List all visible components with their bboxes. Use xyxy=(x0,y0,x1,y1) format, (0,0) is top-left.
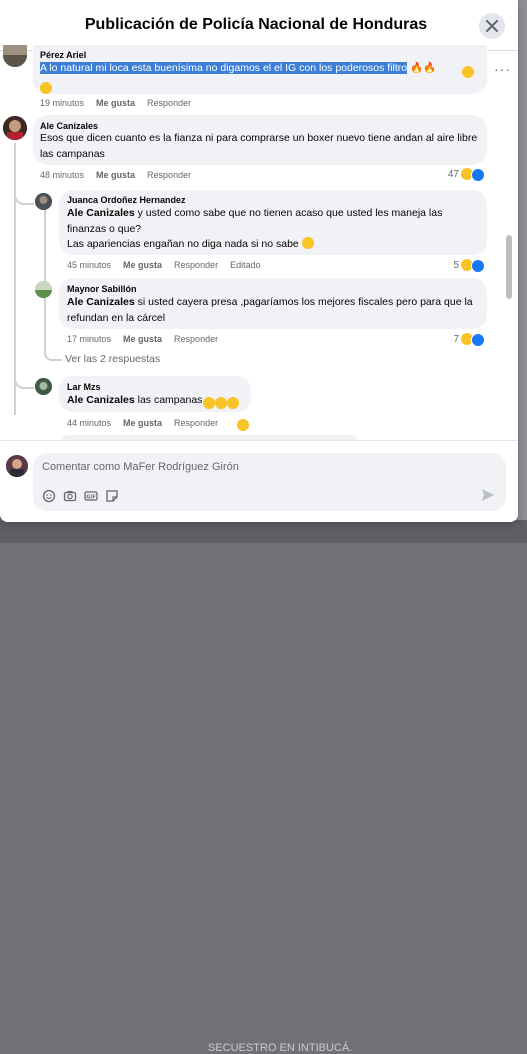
comment-actions: 45 minutos Me gusta Responder Editado xyxy=(67,260,273,270)
sticker-smile-icon[interactable] xyxy=(42,489,56,503)
avatar[interactable] xyxy=(35,281,52,298)
scrollbar-thumb[interactable] xyxy=(506,235,512,299)
avatar[interactable] xyxy=(35,193,52,210)
more-icon[interactable]: ··· xyxy=(494,61,511,77)
thread-line xyxy=(14,367,34,389)
comment-actions: 17 minutos Me gusta Responder xyxy=(67,334,230,344)
comment-time[interactable]: 45 minutos xyxy=(67,260,111,270)
like-reaction-icon xyxy=(471,168,485,182)
close-icon xyxy=(486,20,498,32)
dialog-header: Publicación de Policía Nacional de Hondu… xyxy=(0,0,518,51)
thread-line xyxy=(44,345,62,361)
reply-button[interactable]: Responder xyxy=(174,334,218,344)
avatar xyxy=(6,455,28,477)
comment-text: Ale Canizales y usted como sabe que no t… xyxy=(67,207,443,235)
view-more-replies-link[interactable]: Ver las 2 respuestas xyxy=(65,353,160,365)
like-reaction-icon xyxy=(471,259,485,273)
mention-link[interactable]: Ale Canizales xyxy=(67,296,135,308)
comments-feed[interactable]: Pérez Ariel A lo natural mi loca esta bu… xyxy=(0,45,518,440)
comment-text: Ale Canizales si usted cayera presa ,pag… xyxy=(67,296,473,324)
mention-link[interactable]: Ale Canizales xyxy=(67,207,135,219)
reaction-summary[interactable]: 47 xyxy=(440,168,485,182)
comment-text: Esos que dicen cuanto es la fianza ni pa… xyxy=(40,132,478,160)
like-button[interactable]: Me gusta xyxy=(123,334,162,344)
reaction-count: 7 xyxy=(453,334,459,345)
laugh-emoji-icon xyxy=(203,394,239,412)
comment-author[interactable]: Juanca Ordoñez Hernandez xyxy=(67,195,186,205)
comment-author[interactable]: Pérez Ariel xyxy=(40,50,86,60)
wink-emoji-icon xyxy=(301,237,314,249)
send-icon[interactable] xyxy=(481,488,495,502)
comment-time[interactable]: 19 minutos xyxy=(40,98,84,108)
like-button[interactable]: Me gusta xyxy=(123,418,162,428)
comment-composer-area: GIF xyxy=(0,440,518,522)
reply-button[interactable]: Responder xyxy=(174,260,218,270)
comment-author[interactable]: Lar Mzs xyxy=(67,382,101,392)
gif-icon[interactable]: GIF xyxy=(84,489,98,503)
like-reaction-icon xyxy=(471,333,485,347)
laugh-emoji-icon xyxy=(40,79,52,97)
avatar[interactable] xyxy=(3,45,27,67)
reaction-count: 47 xyxy=(447,169,459,180)
selected-text: A lo natural mi loca esta buenísima no d… xyxy=(40,62,408,74)
comment-actions: 44 minutos Me gusta Responder xyxy=(67,418,230,428)
like-button[interactable]: Me gusta xyxy=(96,98,135,108)
thread-line xyxy=(44,205,46,351)
comment-time[interactable]: 48 minutos xyxy=(40,170,84,180)
comment-text: A lo natural mi loca esta buenísima no d… xyxy=(40,60,480,76)
comment-author[interactable]: Maynor Sabillón xyxy=(67,284,137,294)
like-button[interactable]: Me gusta xyxy=(123,260,162,270)
svg-text:GIF: GIF xyxy=(86,494,95,500)
like-button[interactable]: Me gusta xyxy=(96,170,135,180)
reaction-count: 5 xyxy=(453,260,459,271)
laugh-emoji-icon xyxy=(462,63,474,81)
thread-line xyxy=(14,183,34,205)
comment-composer: GIF xyxy=(33,453,506,511)
avatar[interactable] xyxy=(35,378,52,395)
reply-button[interactable]: Responder xyxy=(174,418,218,428)
mention-link[interactable]: Ale Canizales xyxy=(67,394,135,406)
dialog-title: Publicación de Policía Nacional de Hondu… xyxy=(84,16,428,33)
comment-input[interactable] xyxy=(42,461,462,473)
comment-text: Las apariencias engañan no diga nada si … xyxy=(67,235,477,252)
reaction-summary[interactable]: 5 xyxy=(440,259,485,273)
edited-label: Editado xyxy=(230,260,261,270)
close-button[interactable] xyxy=(479,13,505,39)
comment-actions: 48 minutos Me gusta Responder xyxy=(40,170,203,180)
comment-time[interactable]: 17 minutos xyxy=(67,334,111,344)
reaction-summary[interactable]: 7 xyxy=(440,333,485,347)
laugh-reaction-icon[interactable] xyxy=(237,416,249,434)
avatar[interactable] xyxy=(3,116,27,140)
reply-button[interactable]: Responder xyxy=(147,98,191,108)
background-feed-bottom: SECUESTRO EN INTIBUCÁ. xyxy=(0,520,527,1054)
camera-icon[interactable] xyxy=(63,489,77,503)
reply-button[interactable]: Responder xyxy=(147,170,191,180)
background-post-text: SECUESTRO EN INTIBUCÁ. xyxy=(208,1042,353,1054)
post-dialog: Publicación de Policía Nacional de Hondu… xyxy=(0,0,518,522)
comment-time[interactable]: 44 minutos xyxy=(67,418,111,428)
comment-actions: 19 minutos Me gusta Responder xyxy=(40,98,203,108)
sticker-icon[interactable] xyxy=(105,489,119,503)
fire-emoji-icon: 🔥🔥 xyxy=(410,62,437,74)
